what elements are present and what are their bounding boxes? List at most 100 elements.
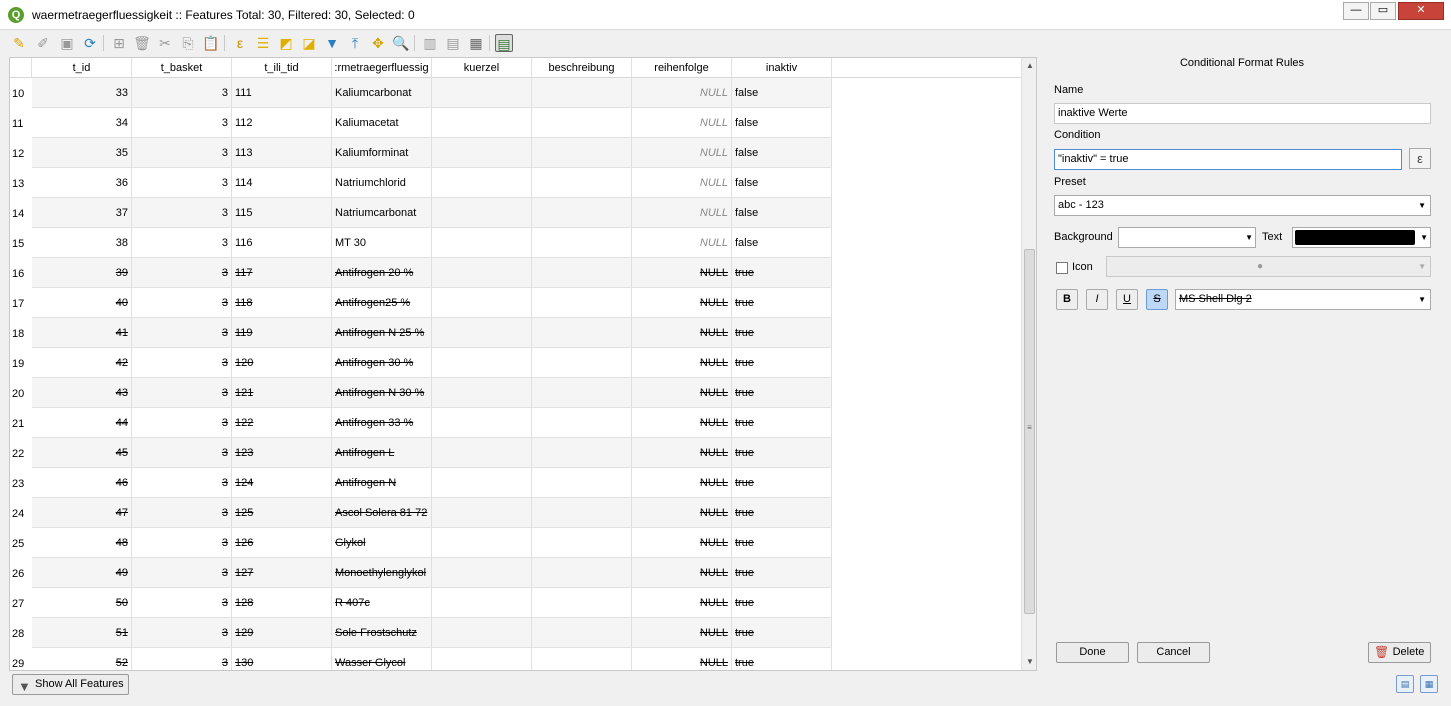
- table-cell[interactable]: NULL: [632, 378, 732, 408]
- row-number[interactable]: 11: [10, 108, 32, 138]
- table-cell[interactable]: Kaliumcarbonat: [332, 78, 432, 108]
- table-row[interactable]: 19 42 3 120 Antifrogen 30 % NULL true: [10, 348, 1021, 378]
- table-cell[interactable]: [432, 588, 532, 618]
- table-cell[interactable]: true: [732, 378, 832, 408]
- font-select[interactable]: MS Shell Dlg 2 ▼: [1175, 289, 1431, 310]
- table-cell[interactable]: [432, 108, 532, 138]
- scroll-down-icon[interactable]: ▼: [1022, 654, 1036, 670]
- table-cell[interactable]: 39: [32, 258, 132, 288]
- minimize-button[interactable]: —: [1343, 2, 1369, 20]
- table-cell[interactable]: [532, 648, 632, 670]
- cut-icon[interactable]: ✂: [156, 34, 174, 52]
- table-cell[interactable]: 116: [232, 228, 332, 258]
- column-header[interactable]: t_id: [32, 58, 132, 78]
- table-row[interactable]: 17 40 3 118 Antifrogen25 % NULL true: [10, 288, 1021, 318]
- row-number[interactable]: 20: [10, 378, 32, 408]
- table-cell[interactable]: 52: [32, 648, 132, 670]
- table-cell[interactable]: [432, 498, 532, 528]
- strikethrough-button[interactable]: S: [1146, 289, 1168, 310]
- table-cell[interactable]: [532, 498, 632, 528]
- table-cell[interactable]: 3: [132, 258, 232, 288]
- table-cell[interactable]: 3: [132, 288, 232, 318]
- table-cell[interactable]: [532, 528, 632, 558]
- table-cell[interactable]: 122: [232, 408, 332, 438]
- table-cell[interactable]: Antifrogen N 25 %: [332, 318, 432, 348]
- table-cell[interactable]: [432, 198, 532, 228]
- underline-button[interactable]: U: [1116, 289, 1138, 310]
- multi-edit-icon[interactable]: ✐: [34, 34, 52, 52]
- row-number[interactable]: 18: [10, 318, 32, 348]
- table-cell[interactable]: NULL: [632, 258, 732, 288]
- table-cell[interactable]: NULL: [632, 138, 732, 168]
- table-cell[interactable]: 50: [32, 588, 132, 618]
- table-cell[interactable]: NULL: [632, 468, 732, 498]
- bold-button[interactable]: B: [1056, 289, 1078, 310]
- maximize-button[interactable]: ▭: [1370, 2, 1396, 20]
- row-number[interactable]: 16: [10, 258, 32, 288]
- table-cell[interactable]: 126: [232, 528, 332, 558]
- table-cell[interactable]: R 407c: [332, 588, 432, 618]
- table-cell[interactable]: 117: [232, 258, 332, 288]
- table-cell[interactable]: 3: [132, 348, 232, 378]
- table-cell[interactable]: NULL: [632, 438, 732, 468]
- table-cell[interactable]: [532, 168, 632, 198]
- table-cell[interactable]: [532, 558, 632, 588]
- table-cell[interactable]: true: [732, 408, 832, 438]
- table-cell[interactable]: [532, 378, 632, 408]
- table-row[interactable]: 13 36 3 114 Natriumchlorid NULL false: [10, 168, 1021, 198]
- table-cell[interactable]: false: [732, 78, 832, 108]
- table-cell[interactable]: Antifrogen 30 %: [332, 348, 432, 378]
- table-cell[interactable]: 42: [32, 348, 132, 378]
- table-cell[interactable]: [532, 348, 632, 378]
- table-cell[interactable]: 3: [132, 108, 232, 138]
- table-cell[interactable]: 125: [232, 498, 332, 528]
- table-cell[interactable]: 3: [132, 378, 232, 408]
- done-button[interactable]: Done: [1056, 642, 1129, 663]
- table-row[interactable]: 29 52 3 130 Wasser Glycol NULL true: [10, 648, 1021, 670]
- row-number[interactable]: 14: [10, 198, 32, 228]
- table-cell[interactable]: Ascol Solera 81 72: [332, 498, 432, 528]
- table-cell[interactable]: [532, 618, 632, 648]
- table-cell[interactable]: NULL: [632, 588, 732, 618]
- table-cell[interactable]: Monoethylenglykol: [332, 558, 432, 588]
- column-header[interactable]: inaktiv: [732, 58, 832, 78]
- table-cell[interactable]: [432, 168, 532, 198]
- table-cell[interactable]: Natriumchlorid: [332, 168, 432, 198]
- close-button[interactable]: ✕: [1398, 2, 1444, 20]
- table-cell[interactable]: NULL: [632, 618, 732, 648]
- table-cell[interactable]: NULL: [632, 528, 732, 558]
- table-cell[interactable]: Kaliumacetat: [332, 108, 432, 138]
- table-cell[interactable]: 3: [132, 648, 232, 670]
- table-cell[interactable]: 3: [132, 228, 232, 258]
- table-cell[interactable]: [532, 318, 632, 348]
- column-header[interactable]: :rmetraegerfluessig: [332, 58, 432, 78]
- row-number[interactable]: 28: [10, 618, 32, 648]
- select-by-expression-icon[interactable]: ε: [231, 34, 249, 52]
- table-cell[interactable]: true: [732, 318, 832, 348]
- table-cell[interactable]: 47: [32, 498, 132, 528]
- table-cell[interactable]: 49: [32, 558, 132, 588]
- row-number[interactable]: 22: [10, 438, 32, 468]
- table-cell[interactable]: 38: [32, 228, 132, 258]
- table-cell[interactable]: false: [732, 138, 832, 168]
- table-cell[interactable]: NULL: [632, 558, 732, 588]
- pan-to-selected-icon[interactable]: ✥: [369, 34, 387, 52]
- table-row[interactable]: 10 33 3 111 Kaliumcarbonat NULL false: [10, 78, 1021, 108]
- toggle-editing-icon[interactable]: ✎: [10, 34, 28, 52]
- column-header[interactable]: t_basket: [132, 58, 232, 78]
- cancel-button[interactable]: Cancel: [1137, 642, 1210, 663]
- row-number[interactable]: 21: [10, 408, 32, 438]
- name-input[interactable]: inaktive Werte: [1054, 103, 1431, 124]
- table-cell[interactable]: Kaliumforminat: [332, 138, 432, 168]
- text-color-button[interactable]: ▼: [1292, 227, 1431, 248]
- deselect-all-icon[interactable]: ◪: [300, 34, 318, 52]
- table-cell[interactable]: 3: [132, 438, 232, 468]
- table-cell[interactable]: 120: [232, 348, 332, 378]
- table-cell[interactable]: [432, 378, 532, 408]
- table-cell[interactable]: Natriumcarbonat: [332, 198, 432, 228]
- table-cell[interactable]: 3: [132, 498, 232, 528]
- table-cell[interactable]: 3: [132, 618, 232, 648]
- table-cell[interactable]: [532, 138, 632, 168]
- table-cell[interactable]: Antifrogen L: [332, 438, 432, 468]
- row-number[interactable]: 25: [10, 528, 32, 558]
